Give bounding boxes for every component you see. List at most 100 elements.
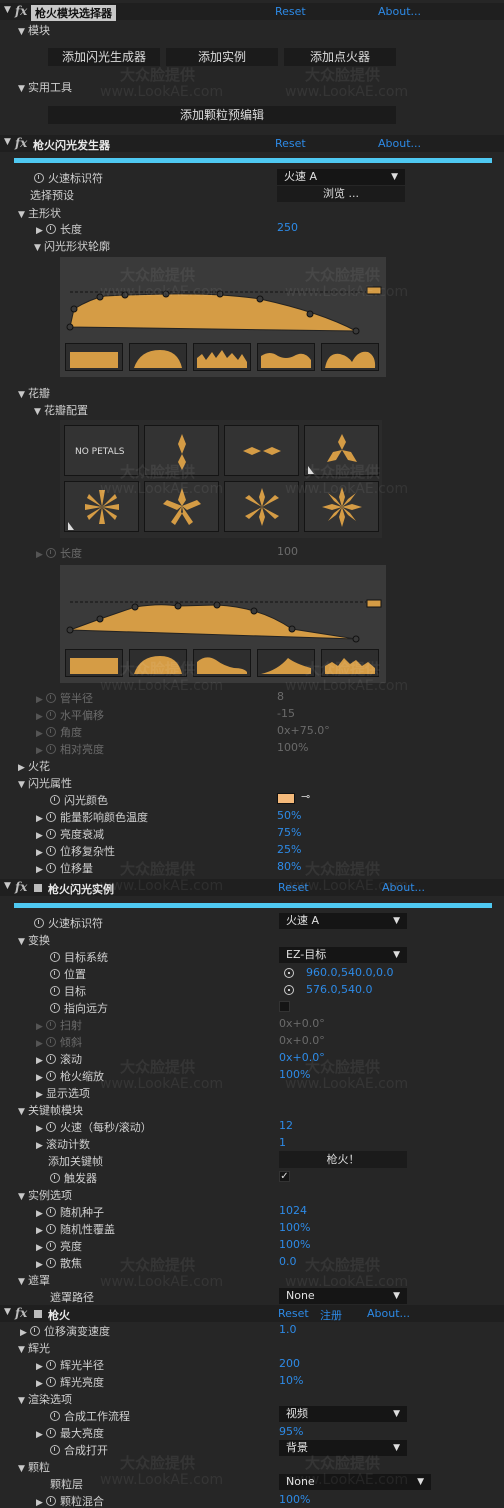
target-value[interactable]: 576.0,540.0 bbox=[306, 983, 372, 996]
stopwatch-icon[interactable] bbox=[50, 969, 60, 979]
fx-icon[interactable]: fx bbox=[15, 1306, 27, 1320]
stopwatch-icon[interactable] bbox=[46, 744, 56, 754]
flash-color-swatch[interactable] bbox=[277, 793, 295, 804]
grain-blend-value[interactable]: 100% bbox=[279, 1493, 310, 1506]
expand-arrow-icon[interactable]: ▼ bbox=[18, 1277, 28, 1287]
stopwatch-icon[interactable] bbox=[46, 548, 56, 558]
group-render-opts[interactable]: ▼ 渲染选项 bbox=[18, 1391, 72, 1407]
fire-rate-value[interactable]: 12 bbox=[279, 1119, 293, 1132]
group-petal-config[interactable]: ▼ 花瓣配置 bbox=[34, 402, 88, 418]
petal-length-value[interactable]: 100 bbox=[277, 545, 298, 558]
expand-arrow-icon[interactable]: ▶ bbox=[36, 1073, 46, 1083]
about-link[interactable]: About... bbox=[367, 1307, 410, 1320]
expand-arrow-icon[interactable]: ▼ bbox=[18, 210, 28, 220]
expand-arrow-icon[interactable]: ▶ bbox=[36, 1243, 46, 1253]
roll-count-value[interactable]: 1 bbox=[279, 1136, 286, 1149]
expand-arrow-icon[interactable]: ▶ bbox=[36, 746, 46, 756]
stopwatch-icon[interactable] bbox=[50, 1411, 60, 1421]
defocus-value[interactable]: 0.0 bbox=[279, 1255, 297, 1268]
expand-arrow-icon[interactable]: ▶ bbox=[36, 1039, 46, 1049]
effect-header-flash-generator[interactable]: ▼ fx 枪火闪光发生器 Reset About... bbox=[0, 135, 504, 152]
stopwatch-icon[interactable] bbox=[46, 1037, 56, 1047]
stopwatch-icon[interactable] bbox=[50, 986, 60, 996]
stopwatch-icon[interactable] bbox=[50, 795, 60, 805]
expand-arrow-icon[interactable]: ▶ bbox=[36, 1141, 46, 1151]
stopwatch-icon[interactable] bbox=[30, 1326, 40, 1336]
stopwatch-icon[interactable] bbox=[46, 812, 56, 822]
stopwatch-icon[interactable] bbox=[46, 224, 56, 234]
expand-arrow-icon[interactable]: ▼ bbox=[18, 1464, 28, 1474]
random-seed-value[interactable]: 1024 bbox=[279, 1204, 307, 1217]
flash-id-dropdown[interactable]: 火速 A ▼ bbox=[277, 169, 405, 185]
point-far-checkbox[interactable] bbox=[279, 1001, 290, 1012]
random-coverage-value[interactable]: 100% bbox=[279, 1221, 310, 1234]
stopwatch-icon[interactable] bbox=[46, 829, 56, 839]
target-system-dropdown[interactable]: EZ-目标 ▼ bbox=[279, 947, 407, 963]
offset-complexity-value[interactable]: 25% bbox=[277, 843, 301, 856]
collapse-arrow-icon[interactable]: ▼ bbox=[4, 1307, 14, 1317]
expand-arrow-icon[interactable]: ▼ bbox=[18, 1192, 28, 1202]
expand-arrow-icon[interactable]: ▶ bbox=[36, 1209, 46, 1219]
expand-arrow-icon[interactable]: ▼ bbox=[34, 407, 44, 417]
energy-temp-value[interactable]: 50% bbox=[277, 809, 301, 822]
instance-flash-id-dropdown[interactable]: 火速 A ▼ bbox=[279, 913, 407, 929]
effect-header-selector[interactable]: ▼ fx 枪火模块选择器 Reset About... bbox=[0, 3, 504, 21]
fx-icon[interactable]: fx bbox=[15, 136, 27, 150]
group-utilities[interactable]: ▼ 实用工具 bbox=[18, 79, 72, 95]
expand-arrow-icon[interactable]: ▶ bbox=[36, 695, 46, 705]
expand-arrow-icon[interactable]: ▶ bbox=[36, 1379, 46, 1389]
expand-arrow-icon[interactable]: ▼ bbox=[18, 780, 28, 790]
stopwatch-icon[interactable] bbox=[46, 846, 56, 856]
expand-arrow-icon[interactable]: ▶ bbox=[20, 1328, 30, 1338]
offset-amount-value[interactable]: 80% bbox=[277, 860, 301, 873]
expand-arrow-icon[interactable]: ▶ bbox=[36, 814, 46, 824]
expand-arrow-icon[interactable]: ▶ bbox=[36, 1090, 46, 1100]
petal-option-2h[interactable] bbox=[224, 425, 299, 476]
preset-shape-jagged[interactable] bbox=[193, 343, 251, 371]
preset-shape-flat[interactable] bbox=[65, 343, 123, 371]
expand-arrow-icon[interactable]: ▼ bbox=[18, 390, 28, 400]
add-grain-precomp-button[interactable]: 添加颗粒预编辑 bbox=[48, 106, 396, 124]
about-link[interactable]: About... bbox=[378, 5, 421, 18]
stopwatch-icon[interactable] bbox=[50, 952, 60, 962]
expand-arrow-icon[interactable]: ▶ bbox=[36, 550, 46, 560]
stopwatch-icon[interactable] bbox=[46, 1258, 56, 1268]
stopwatch-icon[interactable] bbox=[46, 1020, 56, 1030]
expand-arrow-icon[interactable]: ▶ bbox=[36, 712, 46, 722]
max-brightness-value[interactable]: 95% bbox=[279, 1425, 303, 1438]
collapse-arrow-icon[interactable]: ▼ bbox=[4, 5, 14, 15]
stopwatch-icon[interactable] bbox=[34, 173, 44, 183]
length-value[interactable]: 250 bbox=[277, 221, 298, 234]
expand-arrow-icon[interactable]: ▶ bbox=[36, 1362, 46, 1372]
about-link[interactable]: About... bbox=[378, 137, 421, 150]
stopwatch-icon[interactable] bbox=[46, 1241, 56, 1251]
expand-arrow-icon[interactable]: ▶ bbox=[36, 848, 46, 858]
expand-arrow-icon[interactable]: ▶ bbox=[36, 226, 46, 236]
offset-speed-value[interactable]: 1.0 bbox=[279, 1323, 297, 1336]
preset-shape-round[interactable] bbox=[129, 343, 187, 371]
group-flash-profile[interactable]: ▼ 闪光形状轮廓 bbox=[34, 238, 110, 254]
stopwatch-icon[interactable] bbox=[46, 1207, 56, 1217]
stopwatch-icon[interactable] bbox=[46, 1377, 56, 1387]
reset-link[interactable]: Reset bbox=[278, 1307, 309, 1320]
reset-link[interactable]: Reset bbox=[275, 5, 306, 18]
expand-arrow-icon[interactable]: ▼ bbox=[18, 1345, 28, 1355]
expand-arrow-icon[interactable]: ▶ bbox=[36, 1430, 46, 1440]
expand-arrow-icon[interactable]: ▶ bbox=[36, 1056, 46, 1066]
effect-header-flash-instance[interactable]: ▼ fx 枪火闪光实例 Reset About... bbox=[0, 879, 504, 896]
expand-arrow-icon[interactable]: ▶ bbox=[36, 1022, 46, 1032]
brightness-decay-value[interactable]: 75% bbox=[277, 826, 301, 839]
fx-icon[interactable]: fx bbox=[15, 4, 27, 18]
reset-link[interactable]: Reset bbox=[275, 137, 306, 150]
position-value[interactable]: 960.0,540.0,0.0 bbox=[306, 966, 393, 979]
stopwatch-icon[interactable] bbox=[46, 710, 56, 720]
stopwatch-icon[interactable] bbox=[46, 1122, 56, 1132]
expand-arrow-icon[interactable]: ▶ bbox=[36, 1124, 46, 1134]
sweep-value[interactable]: 0x+0.0° bbox=[279, 1017, 325, 1030]
h-offset-value[interactable]: -15 bbox=[277, 707, 295, 720]
preset-shape-hump[interactable] bbox=[193, 649, 251, 677]
expand-arrow-icon[interactable]: ▼ bbox=[18, 1107, 28, 1117]
group-petals[interactable]: ▼ 花瓣 bbox=[18, 385, 50, 401]
expand-arrow-icon[interactable]: ▶ bbox=[36, 729, 46, 739]
group-flash-props[interactable]: ▼ 闪光属性 bbox=[18, 775, 72, 791]
